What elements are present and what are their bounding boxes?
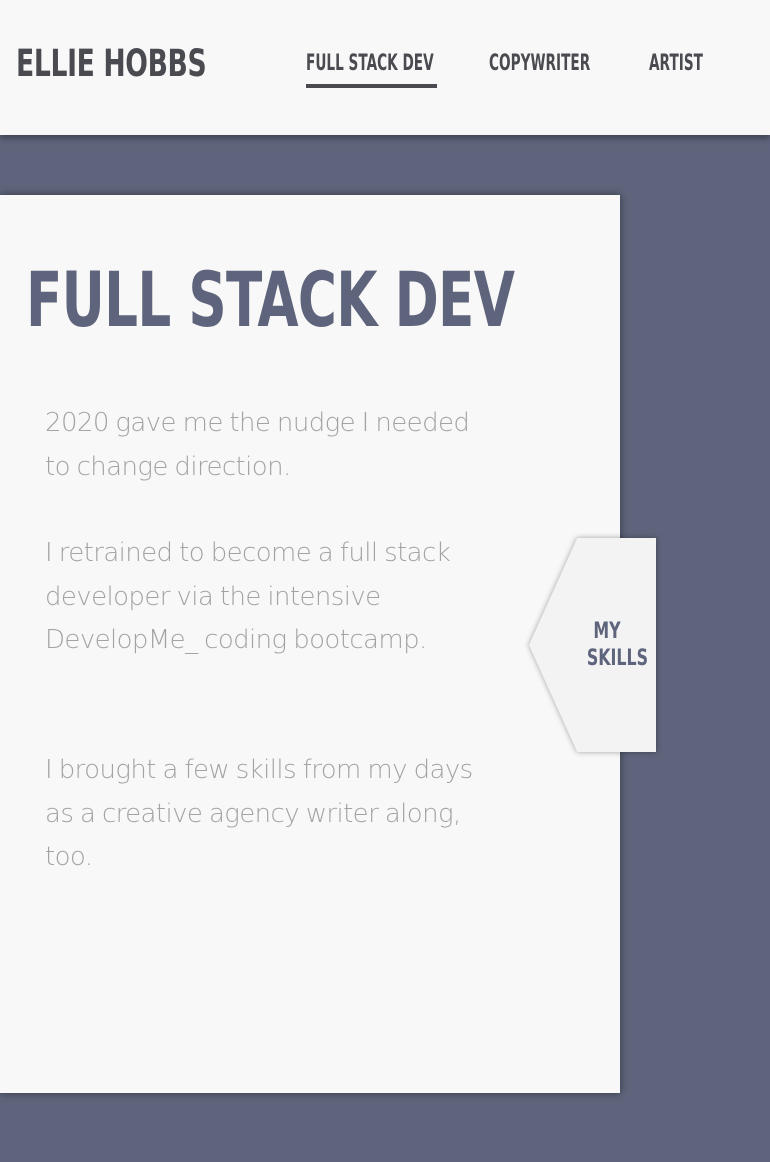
site-header: ELLIE HOBBS FULL STACK DEV COPYWRITER AR… <box>0 0 770 135</box>
active-nav-indicator <box>306 84 437 88</box>
nav-link-artist[interactable]: ARTIST <box>649 50 703 78</box>
skills-tab-label: MY SKILLS <box>586 619 649 671</box>
my-skills-button[interactable]: MY SKILLS <box>529 538 656 752</box>
page-title: FULL STACK DEV <box>26 255 515 344</box>
intro-paragraph-1: 2020 gave me the nudge I needed to chang… <box>45 408 470 482</box>
site-logo[interactable]: ELLIE HOBBS <box>16 40 207 88</box>
intro-paragraph-2: I retrained to become a full stack devel… <box>45 538 451 655</box>
nav-link-full-stack-dev[interactable]: FULL STACK DEV <box>306 50 434 78</box>
nav-link-copywriter[interactable]: COPYWRITER <box>489 50 590 78</box>
intro-paragraph-3: I brought a few skills from my days as a… <box>45 755 473 872</box>
footer-band <box>0 1093 770 1162</box>
